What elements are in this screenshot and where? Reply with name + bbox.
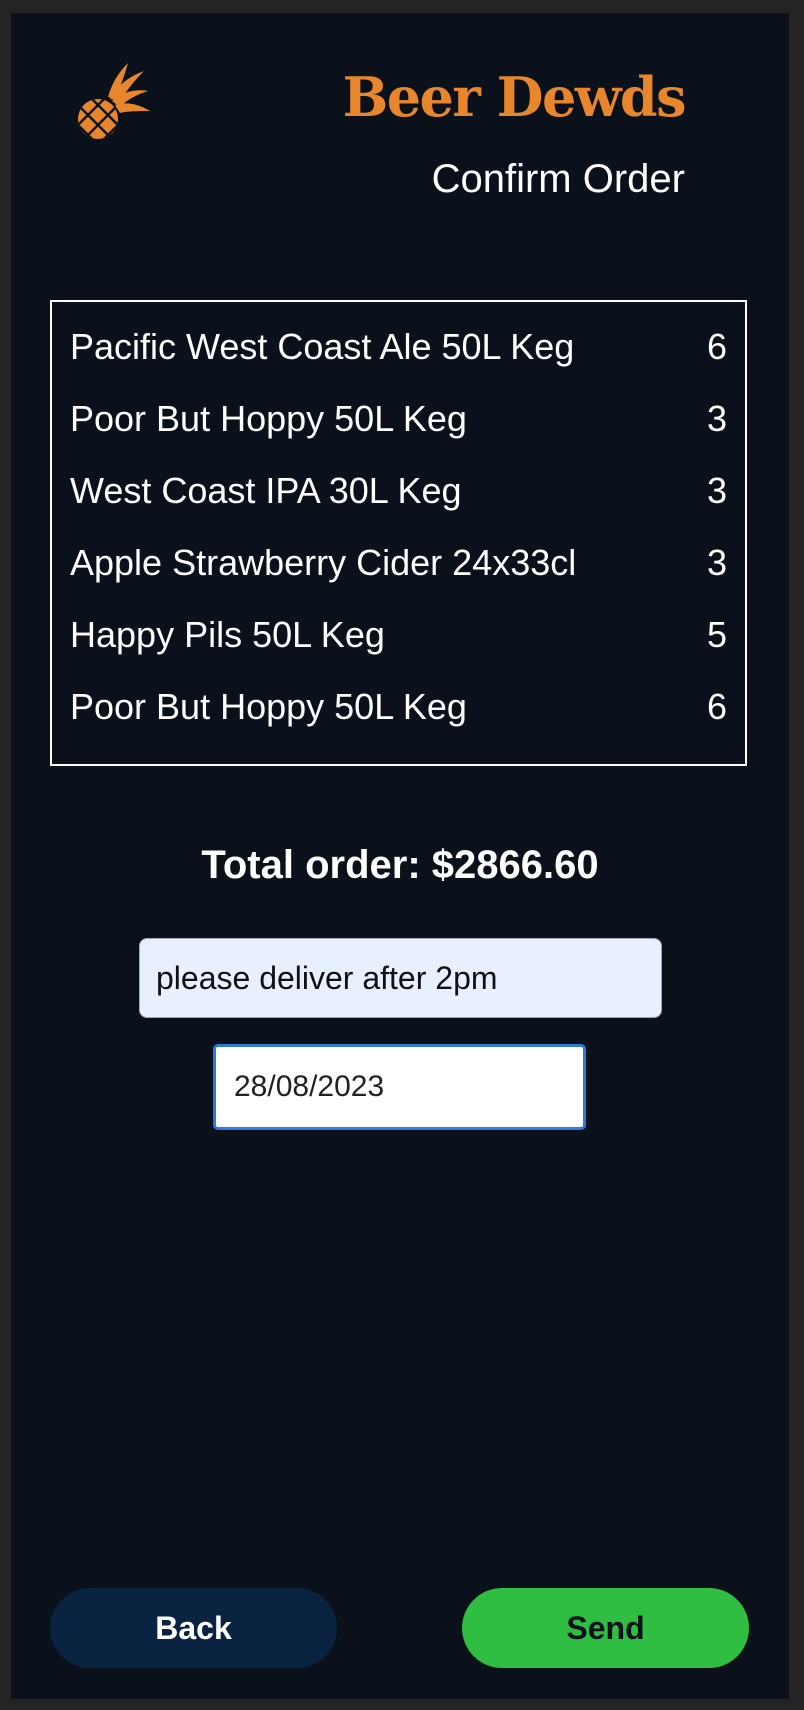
item-quantity: 3 xyxy=(706,542,727,583)
delivery-notes-input[interactable] xyxy=(139,938,662,1018)
item-quantity: 6 xyxy=(706,686,727,727)
item-name: Happy Pils 50L Keg xyxy=(70,614,385,655)
item-quantity: 6 xyxy=(706,326,727,367)
item-quantity: 3 xyxy=(706,470,727,511)
list-item: West Coast IPA 30L Keg 3 xyxy=(70,466,727,516)
list-item: Pacific West Coast Ale 50L Keg 6 xyxy=(70,322,727,372)
back-button[interactable]: Back xyxy=(50,1588,337,1668)
brand-title: Beer Dewds xyxy=(342,65,687,129)
item-name: West Coast IPA 30L Keg xyxy=(70,470,462,511)
list-item: Happy Pils 50L Keg 5 xyxy=(70,610,727,660)
order-list: Pacific West Coast Ale 50L Keg 6 Poor Bu… xyxy=(50,300,747,766)
list-item: Apple Strawberry Cider 24x33cl 3 xyxy=(70,538,727,588)
delivery-date-field[interactable] xyxy=(213,1044,586,1130)
item-name: Apple Strawberry Cider 24x33cl xyxy=(70,542,577,583)
list-item: Poor But Hoppy 50L Keg 6 xyxy=(70,682,727,732)
item-name: Poor But Hoppy 50L Keg xyxy=(70,686,467,727)
item-quantity: 5 xyxy=(706,614,727,655)
order-total: Total order: $2866.60 xyxy=(201,843,599,887)
item-name: Poor But Hoppy 50L Keg xyxy=(70,398,467,439)
pineapple-icon xyxy=(68,55,158,145)
page-title: Confirm Order xyxy=(431,157,685,201)
item-name: Pacific West Coast Ale 50L Keg xyxy=(70,326,575,367)
app-screen: Beer Dewds Confirm Order Pacific West Co… xyxy=(11,13,789,1699)
list-item: Poor But Hoppy 50L Keg 3 xyxy=(70,394,727,444)
send-button[interactable]: Send xyxy=(462,1588,749,1668)
item-quantity: 3 xyxy=(706,398,727,439)
